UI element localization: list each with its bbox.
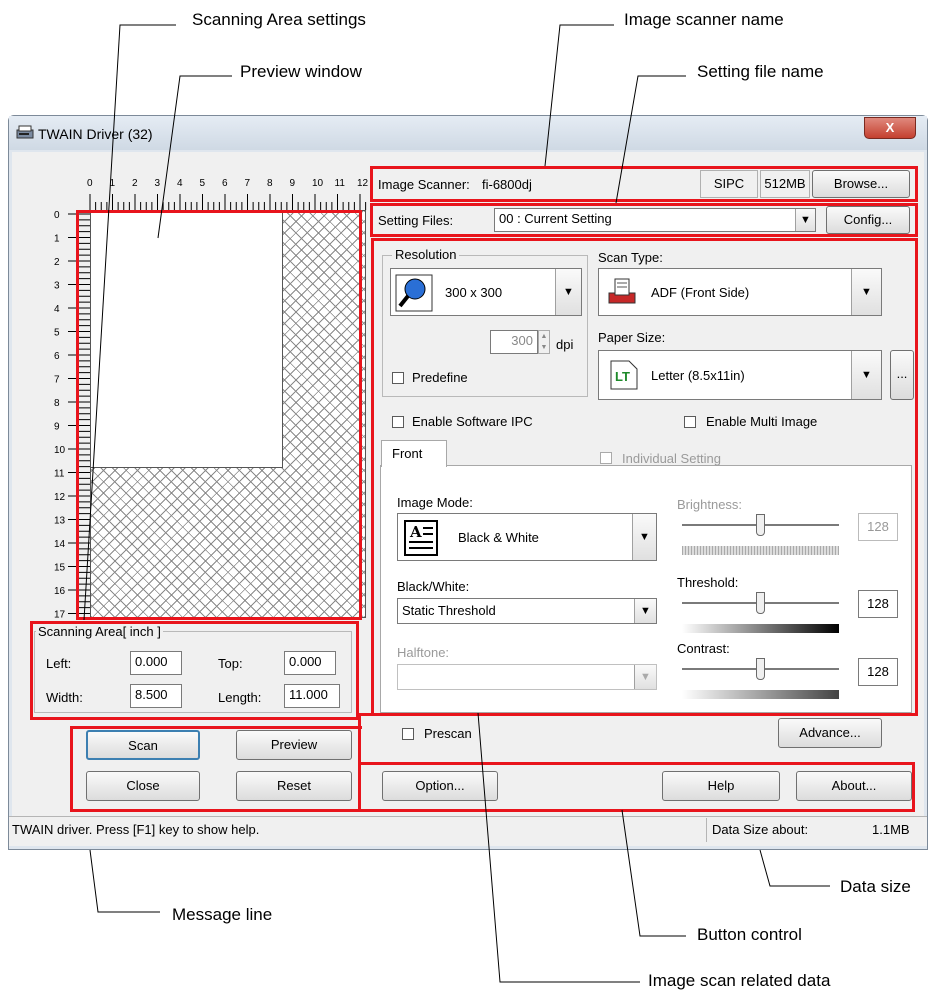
leader-lines bbox=[83, 24, 830, 983]
